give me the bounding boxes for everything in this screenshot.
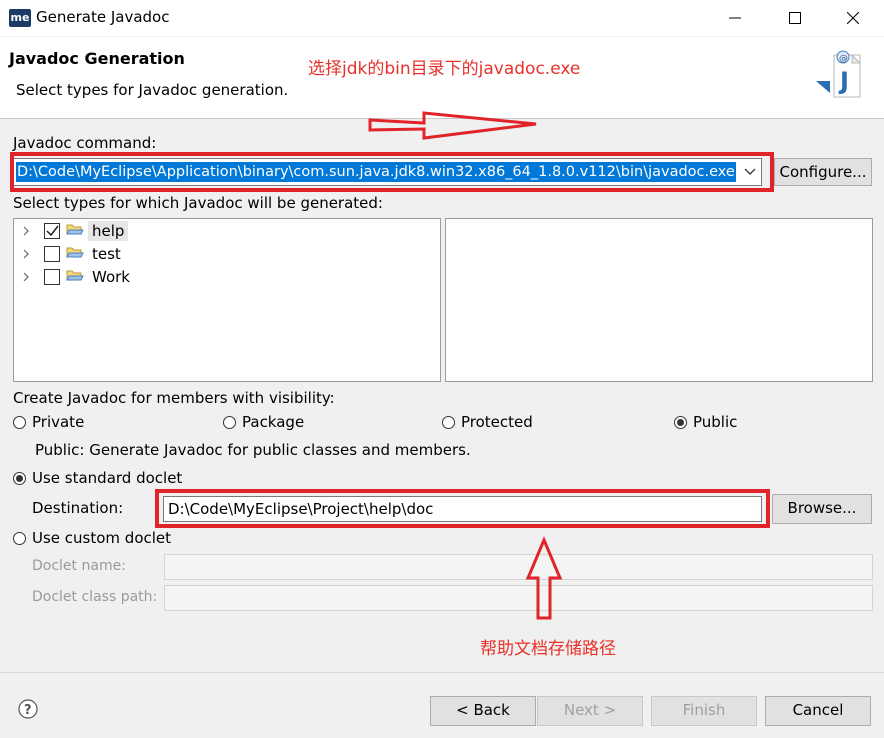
- types-tree[interactable]: help test Work: [13, 218, 441, 382]
- browse-button[interactable]: Browse...: [772, 494, 872, 524]
- javadoc-wizard-icon: @ J: [812, 47, 868, 109]
- radio-label: Use standard doclet: [32, 469, 183, 487]
- page-title: Javadoc Generation: [9, 49, 185, 68]
- maximize-icon: [789, 12, 801, 24]
- radio-label: Use custom doclet: [32, 529, 172, 547]
- visibility-label: Create Javadoc for members with visibili…: [13, 389, 335, 407]
- svg-text:?: ?: [24, 703, 32, 718]
- radio-label: Package: [242, 413, 305, 431]
- help-button[interactable]: ?: [18, 699, 38, 719]
- arrow-up-annotation-icon: [525, 536, 563, 620]
- check-icon: [46, 225, 59, 237]
- radio-label: Private: [32, 413, 85, 431]
- tree-item-checkbox[interactable]: [44, 246, 60, 262]
- minimize-button[interactable]: [712, 0, 758, 36]
- doclet-name-input: [164, 554, 873, 580]
- page-description: Select types for Javadoc generation.: [16, 81, 289, 99]
- radio-circle[interactable]: [223, 416, 236, 429]
- highlight-box-destination: [155, 489, 770, 528]
- doclet-classpath-label: Doclet class path:: [32, 589, 158, 605]
- wizard-header: Javadoc Generation Select types for Java…: [0, 37, 884, 119]
- javadoc-command-label: Javadoc command:: [13, 134, 157, 152]
- package-folder-icon: [66, 224, 84, 235]
- types-detail-list[interactable]: [445, 218, 873, 382]
- doclet-classpath-input: [164, 585, 873, 611]
- expand-arrow-icon[interactable]: [23, 249, 30, 259]
- footer-divider: [0, 672, 884, 673]
- tree-item-label: test: [92, 245, 121, 263]
- radio-circle[interactable]: [13, 416, 26, 429]
- types-label: Select types for which Javadoc will be g…: [13, 194, 383, 212]
- tree-item-work[interactable]: Work: [14, 266, 438, 288]
- doclet-name-label: Doclet name:: [32, 558, 126, 574]
- destination-label: Destination:: [32, 499, 124, 517]
- tree-item-checkbox[interactable]: [44, 223, 60, 239]
- maximize-button[interactable]: [772, 0, 818, 36]
- package-folder-icon: [66, 247, 84, 258]
- configure-button[interactable]: Configure...: [774, 158, 872, 186]
- radio-circle[interactable]: [13, 532, 26, 545]
- title-bar: me Generate Javadoc: [0, 0, 884, 36]
- annotation-bottom: 帮助文档存储路径: [480, 639, 616, 659]
- radio-label: Public: [693, 413, 738, 431]
- close-button[interactable]: [830, 0, 876, 36]
- highlight-box-command: [10, 152, 774, 192]
- tree-item-checkbox[interactable]: [44, 269, 60, 285]
- expand-arrow-icon[interactable]: [23, 272, 30, 282]
- arrow-down-annotation-icon: [368, 111, 537, 140]
- expand-arrow-icon[interactable]: [23, 226, 30, 236]
- annotation-top: 选择jdk的bin目录下的javadoc.exe: [308, 59, 581, 79]
- close-icon: [847, 12, 859, 24]
- tree-item-help[interactable]: help: [14, 220, 438, 242]
- minimize-icon: [729, 17, 741, 19]
- app-logo: me: [9, 9, 31, 27]
- help-icon: ?: [18, 699, 38, 719]
- radio-circle-selected[interactable]: [674, 416, 687, 429]
- next-button[interactable]: Next >: [537, 696, 643, 726]
- back-button[interactable]: < Back: [430, 696, 536, 726]
- radio-circle-selected[interactable]: [13, 472, 26, 485]
- window-title: Generate Javadoc: [36, 8, 170, 26]
- package-folder-icon: [66, 270, 84, 281]
- svg-text:J: J: [838, 67, 849, 95]
- tree-item-test[interactable]: test: [14, 243, 438, 265]
- tree-item-label: help: [88, 221, 129, 241]
- finish-button[interactable]: Finish: [651, 696, 757, 726]
- cancel-button[interactable]: Cancel: [765, 696, 871, 726]
- radio-label: Protected: [461, 413, 533, 431]
- tree-item-label: Work: [92, 268, 130, 286]
- visibility-description: Public: Generate Javadoc for public clas…: [35, 441, 471, 459]
- radio-circle[interactable]: [442, 416, 455, 429]
- svg-text:@: @: [839, 54, 848, 64]
